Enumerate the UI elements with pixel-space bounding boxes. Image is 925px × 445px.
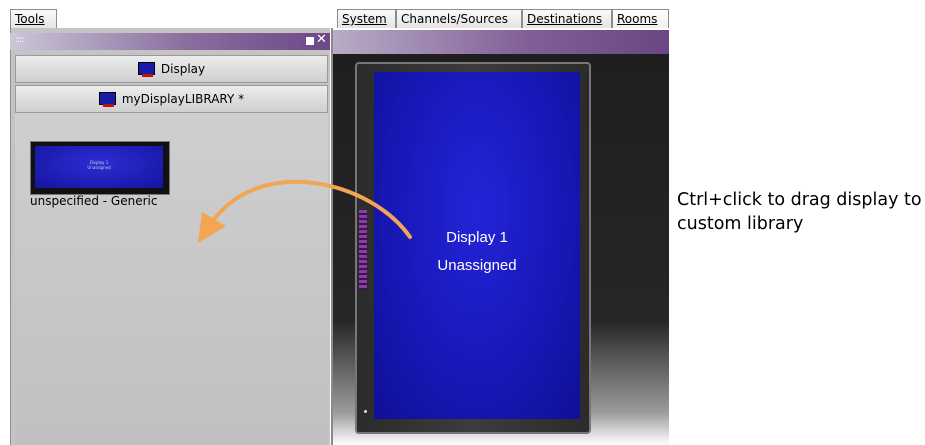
display-library-button[interactable]: Display [15, 55, 328, 83]
display-library-label: Display [160, 62, 206, 76]
tools-panel-titlebar[interactable]: :::: ✕ [10, 32, 330, 50]
panel-separator[interactable] [331, 28, 333, 445]
library-item-label[interactable]: unspecified - Generic [30, 194, 157, 208]
tab-system[interactable]: System [337, 9, 396, 28]
display-name: Display 1 [446, 229, 508, 246]
maximize-icon[interactable] [306, 37, 314, 45]
tab-tools-label: Tools [15, 12, 45, 26]
grip-icon[interactable]: :::: [15, 35, 24, 45]
library-item-thumbnail[interactable]: Display 1 Unassigned [30, 141, 170, 195]
monitor-icon [137, 62, 155, 77]
annotation-note: Ctrl+click to drag display to custom lib… [677, 190, 922, 234]
thumbnail-screen-text: Display 1 Unassigned [87, 160, 111, 170]
power-led [364, 410, 367, 413]
tab-tools[interactable]: Tools [10, 9, 57, 28]
my-display-library-label: myDisplayLIBRARY * [121, 92, 245, 106]
monitor-icon [98, 92, 116, 107]
tab-system-label: System [342, 12, 387, 26]
my-display-library-button[interactable]: myDisplayLIBRARY * [15, 85, 328, 113]
tab-destinations-label: Destinations [527, 12, 603, 26]
tab-channels-sources[interactable]: Channels/Sources [396, 9, 522, 28]
display-status: Unassigned [437, 257, 517, 274]
bezel-logo [359, 210, 367, 290]
close-icon[interactable]: ✕ [316, 32, 327, 47]
tab-rooms-label: Rooms [617, 12, 658, 26]
tab-channels-sources-label: Channels/Sources [401, 12, 509, 26]
rooms-header-strip [333, 30, 669, 54]
thumbnail-screen: Display 1 Unassigned [35, 146, 163, 188]
tab-destinations[interactable]: Destinations [522, 9, 612, 28]
tab-rooms[interactable]: Rooms [612, 9, 669, 28]
